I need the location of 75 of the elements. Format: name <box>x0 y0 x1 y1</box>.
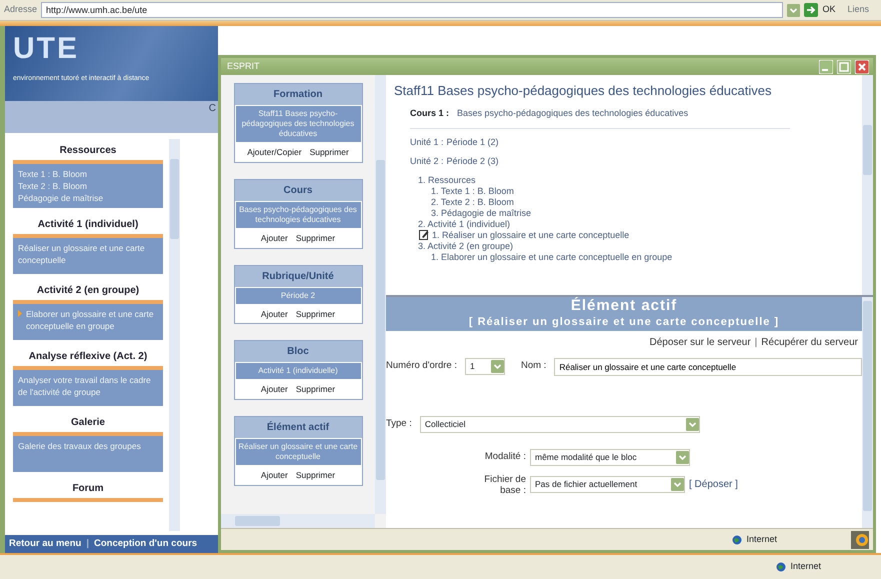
panel-value: Activité 1 (individuelle) <box>234 362 362 380</box>
go-arrow-icon <box>804 3 818 17</box>
field-label: Fichier de base : <box>483 474 526 496</box>
outline-item[interactable]: 1. Texte 1 : B. Bloom <box>431 186 514 197</box>
outline-item[interactable]: 3. Pédagogie de maîtrise <box>431 208 532 219</box>
panel-title: Élément actif <box>234 417 362 438</box>
panel-link[interactable]: Ajouter <box>260 308 288 320</box>
type-dropdown[interactable]: Collecticiel <box>420 416 700 432</box>
footer-link[interactable]: Conception d'un cours <box>94 536 198 552</box>
field-label: Nom : <box>520 359 546 374</box>
unit-link[interactable]: Période 1 (2) <box>446 137 499 148</box>
field-label: Modalité : <box>484 450 526 464</box>
footer-link[interactable]: Retour au menu <box>9 536 82 552</box>
upload-link[interactable]: [ Déposer ] <box>689 477 738 492</box>
address-field[interactable]: http://www.umh.ac.be/ute <box>41 2 784 18</box>
links-label[interactable]: Liens <box>847 3 869 17</box>
panel-value: Réaliser un glossaire et une carte conceptuelle <box>234 438 362 466</box>
globe-icon <box>732 534 742 544</box>
unit-label: Unité 1 : <box>410 137 444 148</box>
panel-link[interactable]: Ajouter <box>260 383 288 396</box>
form-title: Élément actif <box>570 297 678 314</box>
go-button[interactable]: OK <box>804 3 836 17</box>
vertical-scrollbar[interactable] <box>169 139 180 531</box>
outline-item[interactable]: 1. Réaliser un glossaire et une carte conceptuelle <box>432 230 630 241</box>
panel-title: Rubrique/Unité <box>234 266 362 286</box>
course-title: Staff11 Bases psycho-pédagogiques des technologies éducatives <box>394 82 773 100</box>
address-label: Adresse <box>4 3 38 16</box>
course-link[interactable]: Bases psycho-pédagogiques des technologies éducatives <box>457 106 688 120</box>
status-zone: Internet <box>790 560 821 574</box>
separator: | <box>754 336 758 350</box>
server-link[interactable]: Récupérer du serveur <box>761 334 858 350</box>
vertical-scrollbar[interactable] <box>375 75 386 514</box>
panel-link[interactable]: Supprimer <box>296 383 336 396</box>
panel-title: Cours <box>234 180 362 201</box>
mode-dropdown[interactable]: même modalité que le bloc <box>530 448 690 466</box>
outline-item[interactable]: 1. Elaborer un glossaire et une carte conceptuelle en groupe <box>431 252 672 263</box>
course-label: Cours 1 : <box>410 106 450 120</box>
vertical-scrollbar[interactable] <box>862 75 873 295</box>
panel-link[interactable]: Ajouter <box>260 469 288 482</box>
panel-value: Staff11 Bases psycho-pédagogiques des technologies éducatives <box>234 105 362 143</box>
unit-label: Unité 2 : <box>410 156 444 167</box>
field-label: Type : <box>386 416 412 431</box>
panel-link[interactable]: Supprimer <box>296 308 336 320</box>
outline-item[interactable]: 2. Texte 2 : B. Bloom <box>431 197 514 208</box>
panel-link[interactable]: Ajouter <box>260 232 288 244</box>
server-link[interactable]: Déposer sur le serveur <box>650 334 751 350</box>
site-logo: UTE <box>13 32 80 66</box>
form-subtitle: [ Réaliser un glossaire et une carte conceptuelle ] <box>468 315 780 330</box>
panel-link[interactable]: Supprimer <box>296 469 336 482</box>
panel-link[interactable]: Supprimer <box>310 146 349 159</box>
nav-link[interactable]: C <box>208 103 216 114</box>
outline-item[interactable]: 2. Activité 1 (individuel) <box>418 219 510 230</box>
panel-title: Formation <box>234 84 362 105</box>
unit-link[interactable]: Période 2 (3) <box>446 156 499 167</box>
panel-link[interactable]: Ajouter/Copier <box>247 146 302 159</box>
app-logo-icon <box>851 530 869 548</box>
separator: | <box>86 536 89 551</box>
globe-icon <box>776 562 786 572</box>
panel-value: Bases psycho-pédagogiques des technologies éducatives <box>234 200 362 229</box>
maximize-icon[interactable] <box>837 60 851 74</box>
outline-item[interactable]: 1. Ressources <box>418 175 476 186</box>
status-zone: Internet <box>746 532 777 546</box>
order-dropdown[interactable]: 1 <box>464 358 505 375</box>
outline-item[interactable]: 3. Activité 2 (en groupe) <box>418 241 514 252</box>
file-dropdown[interactable]: Pas de fichier actuellement <box>530 476 685 493</box>
panel-link[interactable]: Supprimer <box>296 232 336 244</box>
panel-title: Bloc <box>234 341 362 362</box>
vertical-scrollbar[interactable] <box>862 297 873 528</box>
window-title: ESPRIT <box>227 60 261 73</box>
field-label: Numéro d'ordre : <box>386 359 457 374</box>
horizontal-scrollbar[interactable] <box>221 514 375 528</box>
panel-value: Période 2 <box>234 286 362 304</box>
close-icon[interactable] <box>855 60 869 74</box>
name-field[interactable]: Réaliser un glossaire et une carte conceptuelle <box>554 358 862 376</box>
minimize-icon[interactable] <box>819 60 833 74</box>
